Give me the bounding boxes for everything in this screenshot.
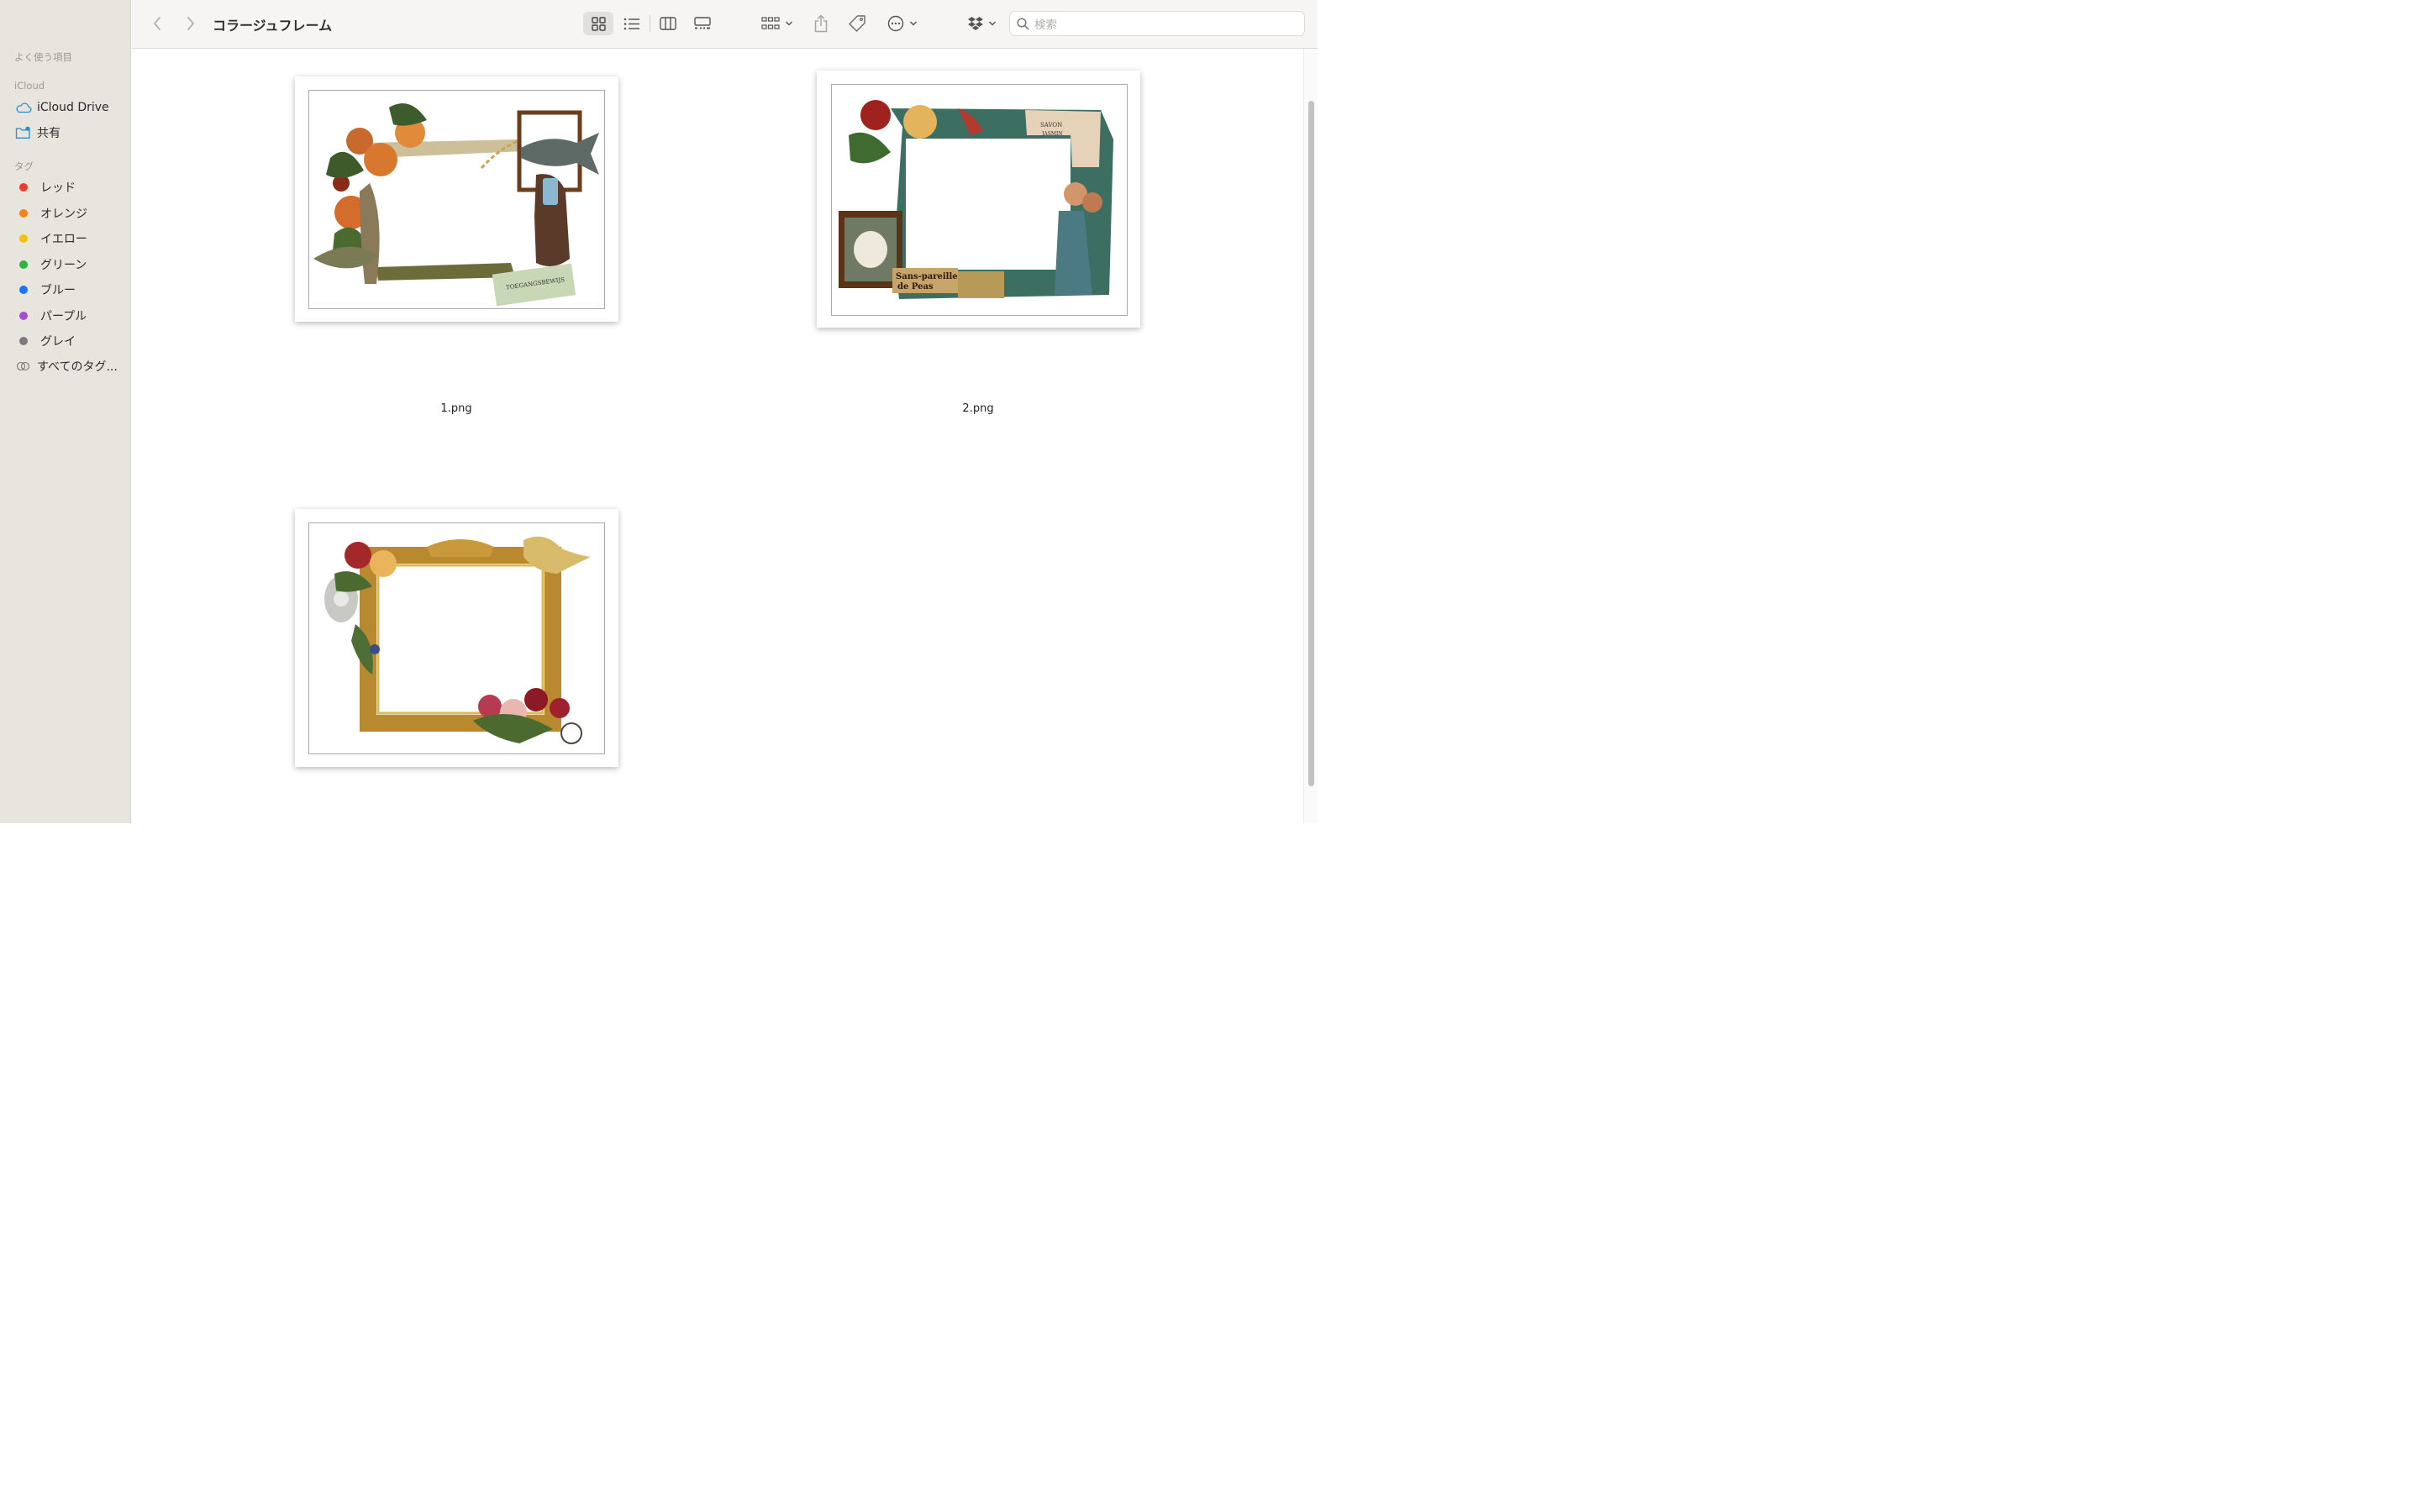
sidebar-section-tags: タグ	[14, 160, 34, 172]
icon-view-button[interactable]	[583, 12, 613, 35]
file-name-1[interactable]: 1.png	[372, 402, 540, 415]
label-de-peas: de Peas	[897, 282, 934, 291]
gallery-view-button[interactable]	[687, 12, 718, 35]
file-name-2[interactable]: 2.png	[894, 402, 1062, 415]
sidebar-tag-item[interactable]: グリーン	[15, 255, 126, 275]
dropbox-button[interactable]	[965, 12, 997, 35]
tag-color-dot-icon	[19, 286, 28, 294]
tag-icon	[849, 15, 865, 32]
sidebar-item-label: すべてのタグ...	[37, 360, 118, 374]
list-view-button[interactable]	[617, 12, 647, 35]
sidebar: よく使う項目 iCloud iCloud Drive 共有 タグ すべてのタグ.…	[0, 0, 131, 823]
file-thumbnail-1[interactable]: TOEGANGSBEWIJS	[295, 76, 618, 322]
sidebar-item-label: イエロー	[40, 233, 87, 246]
all-tags-icon	[15, 358, 32, 375]
more-actions-button[interactable]	[886, 12, 919, 35]
sidebar-item-label: パープル	[40, 309, 87, 323]
chevron-down-icon	[909, 21, 918, 26]
sidebar-item-label: グリーン	[40, 258, 87, 272]
thumbnail-frame-border: SAVON JASMIN Sans-pareille de Peas	[831, 84, 1128, 316]
sidebar-item-label: レッド	[40, 181, 76, 195]
back-button[interactable]	[149, 12, 166, 35]
ellipsis-circle-icon	[887, 15, 904, 32]
dropbox-icon	[967, 17, 983, 30]
chevron-right-icon	[187, 17, 194, 30]
columns-icon	[660, 17, 676, 30]
sidebar-tag-item[interactable]: グレイ	[15, 331, 126, 351]
collage-frame-image: SAVON JASMIN Sans-pareille de Peas	[839, 100, 1113, 299]
search-placeholder: 検索	[1034, 18, 1057, 32]
window-title: コラージュフレーム	[213, 18, 333, 34]
search-field[interactable]: 検索	[1009, 11, 1305, 36]
tag-color-dot-icon	[19, 208, 28, 218]
file-grid: TOEGANGSBEWIJS 1.png SAVON JASMIN Sans-p…	[132, 49, 1318, 823]
sidebar-tag-item[interactable]: レッド	[15, 177, 126, 197]
group-grid-icon	[761, 17, 780, 29]
chevron-down-icon	[988, 21, 996, 26]
savon-text: SAVON	[1040, 122, 1062, 129]
shared-folder-icon	[15, 124, 32, 141]
chevron-left-icon	[154, 17, 160, 30]
tag-color-dot-icon	[19, 337, 28, 345]
sidebar-item-label: iCloud Drive	[37, 101, 109, 114]
sidebar-item-label: オレンジ	[40, 207, 87, 221]
toolbar: コラージュフレーム 検索	[132, 0, 1318, 49]
sidebar-tag-item[interactable]: ブルー	[15, 280, 126, 300]
sidebar-item-label: ブルー	[40, 284, 76, 297]
tag-button[interactable]	[847, 12, 867, 35]
share-icon	[814, 14, 828, 33]
sidebar-section-icloud: iCloud	[14, 80, 45, 92]
sidebar-tag-item[interactable]: パープル	[15, 306, 126, 326]
jasmin-text: JASMIN	[1041, 131, 1063, 137]
sidebar-section-favorites: よく使う項目	[14, 51, 72, 63]
column-view-button[interactable]	[653, 12, 683, 35]
thumbnail-frame-border	[308, 522, 605, 754]
group-by-button[interactable]	[758, 12, 797, 35]
sidebar-item-shared[interactable]: 共有	[15, 123, 126, 143]
sidebar-item-label: グレイ	[40, 335, 76, 349]
search-icon	[1017, 17, 1029, 29]
sidebar-item-label: 共有	[37, 127, 60, 140]
finder-window: よく使う項目 iCloud iCloud Drive 共有 タグ すべてのタグ.…	[0, 0, 1318, 823]
vertical-scrollbar[interactable]	[1303, 49, 1318, 823]
list-icon	[623, 18, 639, 29]
collage-frame-image: TOEGANGSBEWIJS	[313, 103, 599, 307]
thumbnail-frame-border: TOEGANGSBEWIJS	[308, 90, 605, 309]
share-button[interactable]	[811, 12, 831, 35]
chevron-down-icon	[785, 21, 793, 26]
sidebar-tag-item[interactable]: オレンジ	[15, 203, 126, 223]
tag-color-dot-icon	[19, 183, 28, 192]
cloud-icon	[15, 99, 32, 116]
label-sans-pareille: Sans-pareille	[896, 272, 958, 281]
forward-button[interactable]	[182, 12, 199, 35]
tag-color-dot-icon	[19, 234, 28, 243]
sidebar-item-icloud-drive[interactable]: iCloud Drive	[15, 97, 126, 118]
grid-icon	[591, 16, 606, 31]
tag-color-dot-icon	[19, 311, 28, 320]
sidebar-item-all-tags[interactable]: すべてのタグ...	[15, 356, 126, 376]
gallery-icon	[694, 17, 711, 29]
gilded-frame-image	[324, 536, 591, 744]
tag-color-dot-icon	[19, 260, 28, 269]
file-thumbnail-3[interactable]	[295, 509, 618, 767]
file-thumbnail-2[interactable]: SAVON JASMIN Sans-pareille de Peas	[817, 71, 1140, 328]
sidebar-tag-item[interactable]: イエロー	[15, 228, 126, 249]
scrollbar-thumb[interactable]	[1308, 101, 1314, 786]
